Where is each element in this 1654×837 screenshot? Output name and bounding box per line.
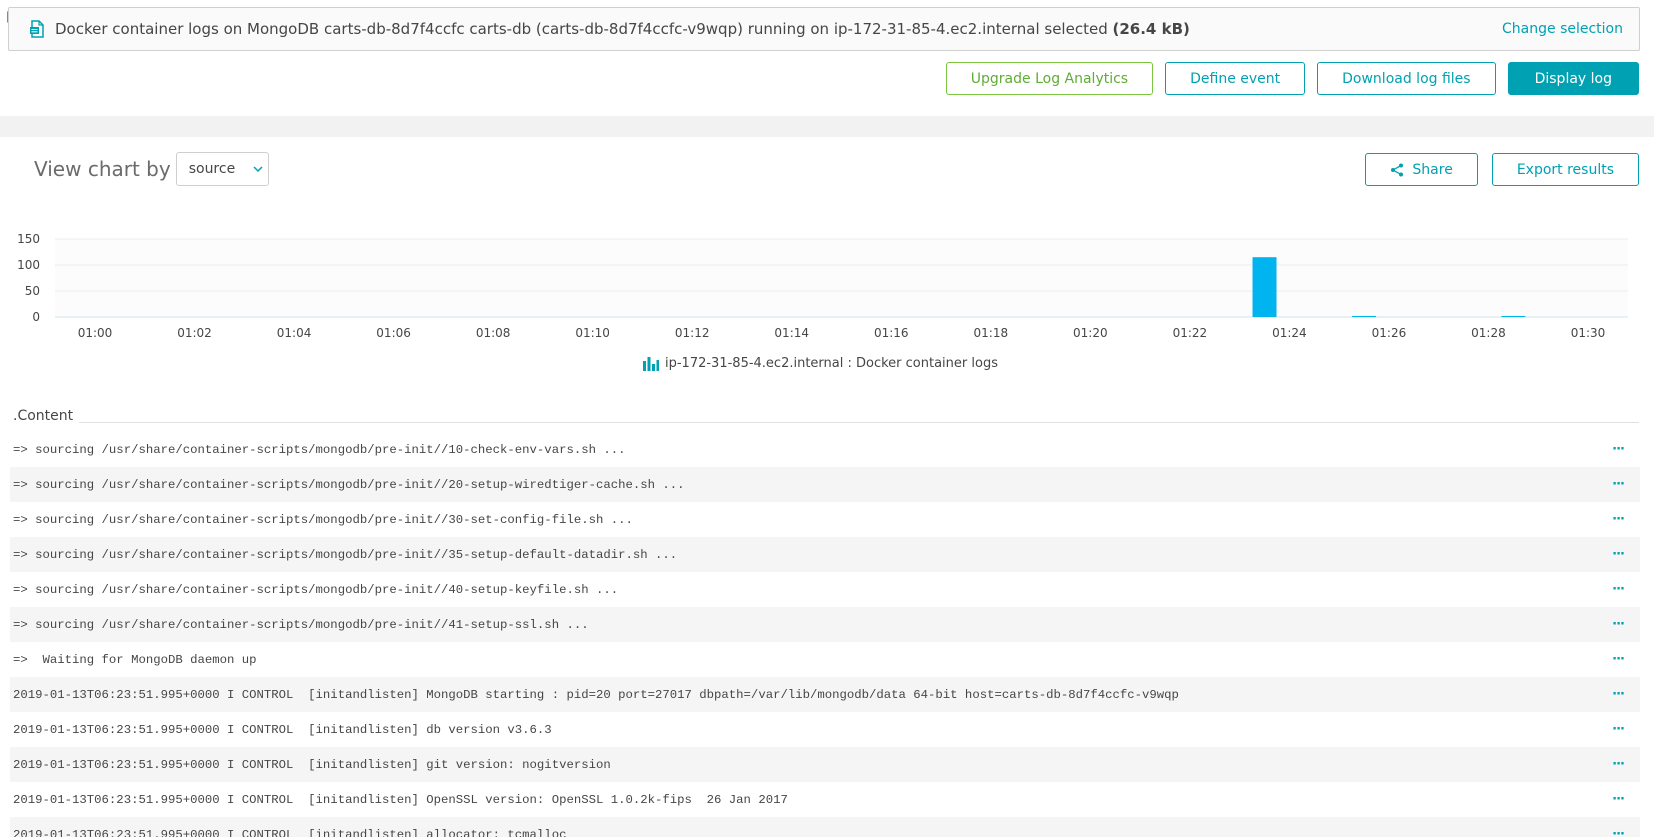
header-rule — [79, 421, 1639, 423]
selection-size: (26.4 kB) — [1112, 20, 1190, 38]
more-options-icon[interactable]: ··· — [1612, 722, 1625, 737]
chart-bar — [1501, 315, 1526, 317]
section-divider — [0, 116, 1654, 137]
x-tick-label: 01:20 — [1073, 326, 1108, 340]
log-text: => sourcing /usr/share/container-scripts… — [13, 617, 589, 632]
select-value: source — [188, 161, 236, 177]
log-row[interactable]: => sourcing /usr/share/container-scripts… — [10, 432, 1640, 467]
content-title[interactable]: .Content — [13, 408, 73, 424]
y-tick-label: 150 — [17, 232, 40, 246]
y-tick-label: 0 — [32, 310, 40, 324]
share-button[interactable]: Share — [1365, 153, 1478, 186]
log-row[interactable]: => Waiting for MongoDB daemon up ··· — [10, 642, 1640, 677]
log-text: 2019-01-13T06:23:51.995+0000 I CONTROL [… — [13, 757, 611, 772]
chart-bar — [1252, 257, 1277, 317]
log-file-icon — [29, 20, 47, 38]
chart-grid — [55, 238, 1628, 318]
x-tick-label: 01:10 — [575, 326, 610, 340]
log-row[interactable]: => sourcing /usr/share/container-scripts… — [10, 467, 1640, 502]
selection-description: Docker container logs on MongoDB carts-d… — [55, 20, 1502, 38]
y-tick-label: 100 — [17, 258, 40, 272]
upgrade-log-analytics-button[interactable]: Upgrade Log Analytics — [945, 62, 1154, 95]
chevron-down-icon — [253, 162, 263, 176]
more-options-icon[interactable]: ··· — [1612, 477, 1625, 492]
export-results-button[interactable]: Export results — [1491, 153, 1639, 186]
x-tick-label: 01:04 — [277, 326, 312, 340]
download-log-files-button[interactable]: Download log files — [1317, 62, 1496, 95]
more-options-icon[interactable]: ··· — [1612, 652, 1625, 667]
log-text: => sourcing /usr/share/container-scripts… — [13, 582, 619, 597]
log-row[interactable]: 2019-01-13T06:23:51.995+0000 I CONTROL [… — [10, 747, 1640, 782]
x-tick-label: 01:16 — [874, 326, 909, 340]
more-options-icon[interactable]: ··· — [1612, 617, 1625, 632]
log-text: => sourcing /usr/share/container-scripts… — [13, 547, 678, 562]
x-tick-label: 01:08 — [476, 326, 511, 340]
display-log-button[interactable]: Display log — [1507, 62, 1639, 95]
log-row[interactable]: => sourcing /usr/share/container-scripts… — [10, 502, 1640, 537]
log-volume-chart: 150 100 50 0 01:00 01:02 01:04 01:06 01:08 01:10… — [17, 232, 1628, 340]
x-axis-ticks: 01:00 01:02 01:04 01:06 01:08 01:10 01:12 01:14… — [78, 326, 1606, 340]
log-row[interactable]: => sourcing /usr/share/container-scripts… — [10, 572, 1640, 607]
x-tick-label: 01:14 — [774, 326, 809, 340]
more-options-icon[interactable]: ··· — [1612, 547, 1625, 562]
more-options-icon[interactable]: ··· — [1612, 582, 1625, 597]
log-row[interactable]: => sourcing /usr/share/container-scripts… — [10, 537, 1640, 572]
x-tick-label: 01:30 — [1571, 326, 1606, 340]
chart-legend: ip-172-31-85-4.ec2.internal : Docker con… — [0, 356, 1654, 371]
legend-item[interactable]: ip-172-31-85-4.ec2.internal : Docker con… — [643, 356, 998, 371]
x-tick-label: 01:24 — [1272, 326, 1307, 340]
more-options-icon[interactable]: ··· — [1612, 687, 1625, 702]
selection-bar: Docker container logs on MongoDB carts-d… — [8, 7, 1640, 51]
chart-header: View chart by source — [34, 152, 269, 186]
log-text: 2019-01-13T06:23:51.995+0000 I CONTROL [… — [13, 722, 552, 737]
log-row[interactable]: 2019-01-13T06:23:51.995+0000 I CONTROL [… — [10, 677, 1640, 712]
more-options-icon[interactable]: ··· — [1612, 512, 1625, 527]
log-viewer-page: Docker container logs on MongoDB carts-d… — [0, 0, 1654, 837]
action-toolbar: Upgrade Log Analytics Define event Downl… — [945, 62, 1639, 95]
chart-bar — [1352, 315, 1377, 317]
plot-area — [55, 239, 1628, 317]
log-text: 2019-01-13T06:23:51.995+0000 I CONTROL [… — [13, 687, 1179, 702]
x-tick-label: 01:26 — [1372, 326, 1407, 340]
share-icon — [1390, 163, 1404, 177]
selection-text: Docker container logs on MongoDB carts-d… — [55, 20, 1108, 38]
view-chart-by-label: View chart by — [34, 157, 171, 181]
log-text: => sourcing /usr/share/container-scripts… — [13, 512, 633, 527]
y-tick-label: 50 — [25, 284, 40, 298]
x-tick-label: 01:12 — [675, 326, 710, 340]
bar-chart-icon — [643, 356, 659, 371]
x-tick-label: 01:06 — [376, 326, 411, 340]
view-chart-by-select[interactable]: source — [175, 152, 269, 186]
chart-tools: Share Export results — [1365, 153, 1639, 186]
define-event-button[interactable]: Define event — [1165, 62, 1306, 95]
log-row[interactable]: 2019-01-13T06:23:51.995+0000 I CONTROL [… — [10, 817, 1640, 837]
log-row[interactable]: => sourcing /usr/share/container-scripts… — [10, 607, 1640, 642]
log-row[interactable]: 2019-01-13T06:23:51.995+0000 I CONTROL [… — [10, 712, 1640, 747]
more-options-icon[interactable]: ··· — [1612, 792, 1625, 807]
x-tick-label: 01:22 — [1173, 326, 1208, 340]
log-list: => sourcing /usr/share/container-scripts… — [10, 432, 1640, 837]
log-text: 2019-01-13T06:23:51.995+0000 I CONTROL [… — [13, 792, 788, 807]
legend-label: ip-172-31-85-4.ec2.internal : Docker con… — [665, 356, 998, 371]
x-tick-label: 01:28 — [1471, 326, 1506, 340]
x-tick-label: 01:02 — [177, 326, 212, 340]
log-text: => Waiting for MongoDB daemon up — [13, 652, 257, 667]
log-text: 2019-01-13T06:23:51.995+0000 I CONTROL [… — [13, 827, 567, 837]
log-row[interactable]: 2019-01-13T06:23:51.995+0000 I CONTROL [… — [10, 782, 1640, 817]
more-options-icon[interactable]: ··· — [1612, 442, 1625, 457]
x-tick-label: 01:00 — [78, 326, 113, 340]
more-options-icon[interactable]: ··· — [1612, 757, 1625, 772]
y-axis-ticks: 150 100 50 0 — [17, 232, 40, 324]
log-text: => sourcing /usr/share/container-scripts… — [13, 442, 626, 457]
more-options-icon[interactable]: ··· — [1612, 827, 1625, 837]
content-column-header: .Content — [13, 408, 1639, 424]
change-selection-link[interactable]: Change selection — [1502, 21, 1623, 37]
share-label: Share — [1412, 161, 1453, 178]
log-text: => sourcing /usr/share/container-scripts… — [13, 477, 685, 492]
x-tick-label: 01:18 — [974, 326, 1009, 340]
